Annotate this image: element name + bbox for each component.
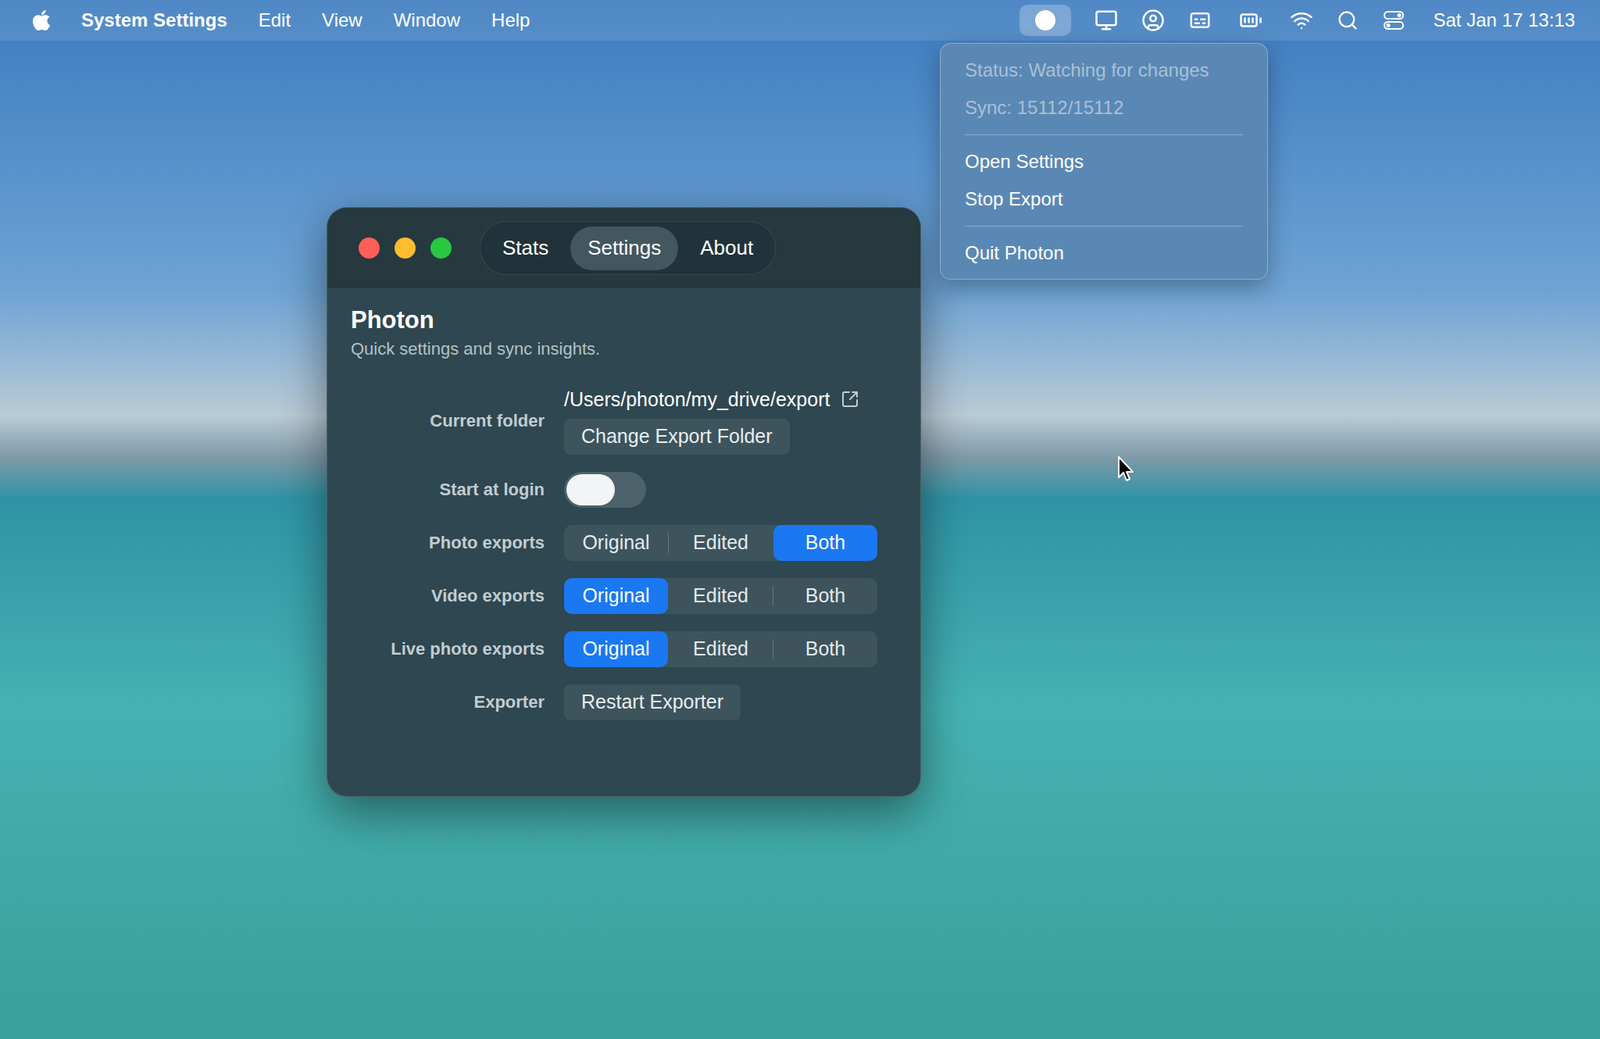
zoom-button[interactable] bbox=[430, 237, 452, 259]
menu-entry[interactable]: Quit Photon bbox=[940, 234, 1268, 272]
settings-content: PhotonQuick settings and sync insights. C… bbox=[327, 288, 921, 721]
segment-option[interactable]: Original bbox=[564, 525, 668, 561]
toggle-knob bbox=[566, 474, 615, 506]
tab[interactable]: About bbox=[682, 226, 771, 271]
segment-option[interactable]: Edited bbox=[668, 578, 773, 615]
user-icon[interactable] bbox=[1141, 8, 1165, 33]
segment-divider bbox=[772, 639, 774, 660]
menu-entry: Status: Watching for changes bbox=[940, 51, 1268, 90]
menu-item[interactable]: View bbox=[321, 6, 363, 35]
segment-divider bbox=[667, 532, 669, 554]
menu-entry[interactable]: Stop Export bbox=[940, 180, 1268, 218]
segment-option[interactable]: Edited bbox=[668, 525, 773, 561]
segment-option[interactable]: Original bbox=[564, 631, 668, 668]
setting-label: Video exports bbox=[350, 585, 545, 608]
desktop: System Settings Edit View Window Help Sat Jan… bbox=[0, 0, 1600, 1039]
display-icon[interactable] bbox=[1094, 8, 1118, 33]
change-folder-button[interactable]: Change Export Folder bbox=[564, 418, 790, 455]
photon-window: StatsSettingsAbout PhotonQuick settings a… bbox=[326, 207, 922, 797]
menu-bar: System Settings Edit View Window Help Sat Jan… bbox=[0, 0, 1600, 41]
control-center-icon[interactable] bbox=[1382, 8, 1406, 33]
apple-icon[interactable] bbox=[29, 8, 54, 33]
segment-divider bbox=[667, 585, 669, 607]
app-subtitle: Quick settings and sync insights. bbox=[350, 338, 897, 361]
segment-divider bbox=[667, 639, 669, 660]
segment-divider bbox=[772, 585, 774, 607]
segment-option[interactable]: Both bbox=[773, 525, 878, 561]
app-menu[interactable]: System Settings bbox=[81, 6, 228, 35]
setting-label: Current folder bbox=[350, 410, 545, 433]
open-folder-icon[interactable] bbox=[840, 389, 860, 409]
segment-option[interactable]: Both bbox=[773, 578, 878, 615]
start-at-login-toggle[interactable] bbox=[564, 471, 647, 508]
segmented-control: OriginalEditedBoth bbox=[564, 525, 878, 561]
menu-separator bbox=[964, 225, 1243, 227]
folder-path: /Users/photon/my_drive/export bbox=[564, 387, 830, 411]
menu-entry: Sync: 15112/15112 bbox=[940, 89, 1268, 127]
tab-bar: StatsSettingsAbout bbox=[479, 221, 776, 275]
circle-icon bbox=[1035, 10, 1056, 31]
menu-entry[interactable]: Open Settings bbox=[940, 142, 1268, 181]
search-icon[interactable] bbox=[1336, 9, 1359, 32]
setting-label: Photo exports bbox=[350, 532, 545, 554]
close-button[interactable] bbox=[358, 237, 380, 259]
restart-exporter-button[interactable]: Restart Exporter bbox=[564, 684, 741, 721]
segment-option[interactable]: Edited bbox=[668, 631, 773, 668]
segment-option[interactable]: Both bbox=[773, 631, 878, 668]
battery-icon[interactable] bbox=[1235, 8, 1267, 33]
menu-separator bbox=[964, 134, 1243, 136]
segmented-control: OriginalEditedBoth bbox=[564, 578, 878, 615]
wifi-icon[interactable] bbox=[1289, 8, 1314, 33]
settings-grid: Current folder/Users/photon/my_drive/exp… bbox=[350, 387, 897, 721]
tab[interactable]: Stats bbox=[485, 226, 566, 271]
tab[interactable]: Settings bbox=[570, 226, 679, 271]
segmented-control: OriginalEditedBoth bbox=[564, 631, 878, 668]
cursor-icon bbox=[1117, 455, 1136, 483]
status-menu: Status: Watching for changesSync: 15112/… bbox=[939, 42, 1268, 280]
menu-item[interactable]: Window bbox=[393, 6, 461, 35]
setting-label: Live photo exports bbox=[350, 638, 545, 661]
menu-item[interactable]: Help bbox=[491, 6, 530, 35]
minimize-button[interactable] bbox=[394, 237, 416, 259]
photon-status-item[interactable] bbox=[1019, 4, 1072, 36]
input-icon[interactable] bbox=[1188, 8, 1212, 33]
menu-item[interactable]: Edit bbox=[258, 6, 291, 35]
clock[interactable]: Sat Jan 17 13:13 bbox=[1433, 6, 1575, 35]
app-title: Photon bbox=[350, 305, 897, 336]
setting-label: Exporter bbox=[350, 691, 545, 714]
title-bar: StatsSettingsAbout bbox=[327, 207, 921, 289]
segment-option[interactable]: Original bbox=[564, 578, 668, 615]
setting-label: Start at login bbox=[350, 478, 545, 501]
